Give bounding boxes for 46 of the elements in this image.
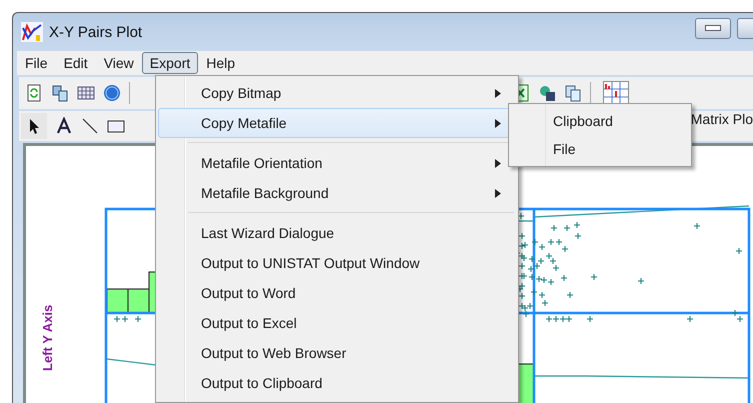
scatter-point [574, 232, 582, 240]
matrix-plot-label[interactable]: Matrix Plo [690, 111, 753, 127]
scatter-point [566, 292, 574, 298]
copy-icon[interactable] [564, 84, 582, 102]
line-tool-icon[interactable] [81, 117, 99, 135]
scatter-point [550, 224, 558, 232]
menu-item[interactable]: Output to Web Browser [158, 338, 516, 368]
scatter-point [574, 222, 580, 228]
minimize-button[interactable] [695, 18, 731, 38]
pointer-icon[interactable] [21, 113, 47, 139]
menu-bar-item[interactable]: View [96, 52, 142, 74]
text-tool-icon[interactable] [55, 117, 73, 135]
scatter-point [586, 316, 594, 322]
menu-item[interactable]: Output to Clipboard [158, 368, 516, 398]
scatter-point [560, 274, 568, 282]
grid-icon[interactable] [77, 84, 95, 102]
scatter-point [638, 278, 644, 284]
menu-item[interactable]: Output to Word [158, 278, 516, 308]
menu-bar-item[interactable]: Export [142, 52, 198, 74]
scatter-point [590, 274, 598, 280]
submenu-arrow-icon [495, 158, 501, 168]
scatter-point [518, 212, 524, 220]
scatter-point [736, 248, 742, 254]
y-axis-label: Left Y Axis [40, 304, 55, 371]
menu-item[interactable]: Metafile Background [158, 178, 516, 208]
scatter-point [518, 232, 526, 240]
menu-item[interactable]: Output to UNISTAT Output Window [158, 248, 516, 278]
matrix-plot-icon[interactable] [603, 81, 629, 105]
menu-item[interactable]: File [511, 135, 689, 163]
histogram-bar [106, 288, 128, 314]
submenu-arrow-icon [495, 118, 501, 128]
menu-bar-item[interactable]: Edit [56, 52, 96, 74]
menu-bar-item[interactable]: Help [198, 52, 244, 74]
menu-item[interactable]: Last Wizard Dialogue [158, 218, 516, 248]
scatter-point [134, 316, 142, 322]
chart-app-icon [21, 22, 43, 42]
scatter-point [686, 316, 694, 322]
scatter-point [694, 222, 700, 230]
scatter-point [564, 224, 570, 232]
menu-item[interactable]: Output to Excel [158, 308, 516, 338]
submenu-arrow-icon [495, 88, 501, 98]
refresh-icon[interactable] [25, 84, 43, 102]
submenu-arrow-icon [495, 188, 501, 198]
window-title: X-Y Pairs Plot [49, 24, 142, 40]
maximize-button[interactable] [737, 18, 753, 38]
menu-bar-item[interactable]: File [17, 52, 56, 74]
